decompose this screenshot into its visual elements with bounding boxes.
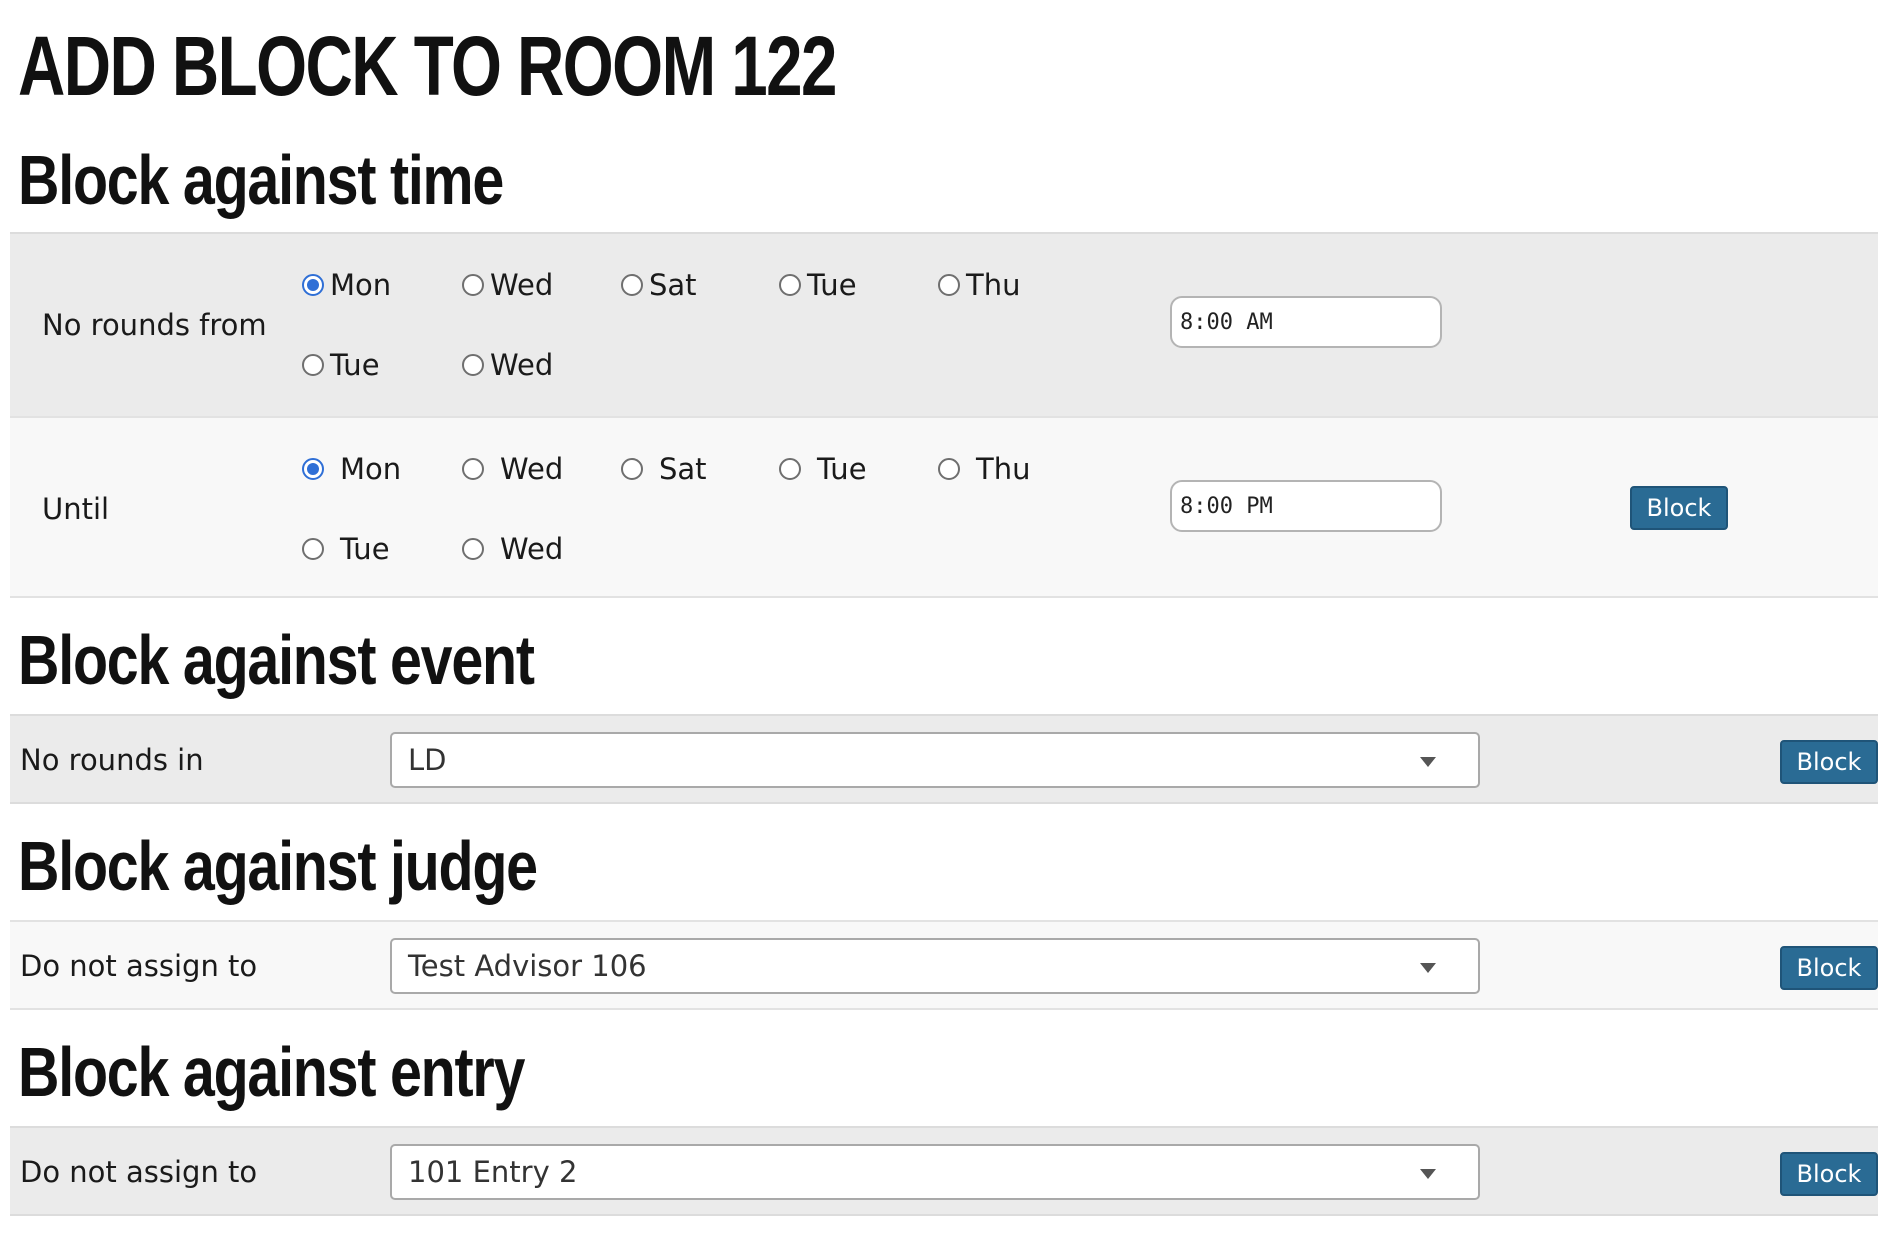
until-day-radio[interactable]: Tue — [779, 452, 867, 486]
radio-icon — [779, 274, 801, 296]
from-label: No rounds from — [42, 308, 267, 342]
entry-label: Do not assign to — [20, 1155, 258, 1189]
from-day-radio[interactable]: Tue — [779, 268, 857, 302]
entry-row: Do not assign to 101 Entry 2 Block — [10, 1126, 1878, 1216]
section-heading-time: Block against time — [18, 141, 504, 219]
event-label: No rounds in — [20, 743, 204, 777]
radio-icon — [621, 458, 643, 480]
until-day-label: Tue — [817, 452, 867, 486]
from-day-label: Tue — [807, 268, 857, 302]
from-day-label: Sat — [649, 268, 697, 302]
from-day-radio[interactable]: Wed — [462, 348, 553, 382]
radio-selected-icon — [302, 274, 324, 296]
until-day-label: Tue — [340, 532, 390, 566]
radio-icon — [462, 274, 484, 296]
from-day-label: Thu — [966, 268, 1021, 302]
entry-select[interactable]: 101 Entry 2 — [390, 1144, 1480, 1200]
judge-label: Do not assign to — [20, 949, 258, 983]
until-time-input[interactable] — [1170, 480, 1442, 532]
entry-select-value: 101 Entry 2 — [408, 1155, 578, 1189]
block-entry-button[interactable]: Block — [1780, 1152, 1878, 1196]
from-day-radio[interactable]: Tue — [302, 348, 380, 382]
page: ADD BLOCK TO ROOM 122 Block against time… — [0, 0, 1890, 1260]
until-label: Until — [42, 492, 110, 526]
until-day-label: Thu — [976, 452, 1031, 486]
from-day-radio[interactable]: Thu — [938, 268, 1020, 302]
page-title: ADD BLOCK TO ROOM 122 — [18, 19, 837, 113]
judge-select-value: Test Advisor 106 — [408, 949, 647, 983]
from-day-radio[interactable]: Sat — [621, 268, 697, 302]
radio-icon — [779, 458, 801, 480]
until-day-radio[interactable]: Wed — [462, 532, 563, 566]
radio-icon — [302, 538, 324, 560]
time-from-row: No rounds from Mon Wed Sat Tue Thu Tue W… — [10, 232, 1878, 416]
until-day-radio[interactable]: Thu — [938, 452, 1030, 486]
judge-select[interactable]: Test Advisor 106 — [390, 938, 1480, 994]
until-day-radio[interactable]: Tue — [302, 532, 390, 566]
from-day-label: Wed — [490, 348, 554, 382]
radio-selected-icon — [302, 458, 324, 480]
radio-icon — [938, 274, 960, 296]
from-day-label: Tue — [330, 348, 380, 382]
from-day-label: Wed — [490, 268, 554, 302]
event-select[interactable]: LD — [390, 732, 1480, 788]
section-heading-event: Block against event — [18, 621, 535, 699]
until-day-label: Wed — [500, 532, 564, 566]
chevron-down-icon — [1420, 1169, 1436, 1179]
radio-icon — [621, 274, 643, 296]
from-day-label: Mon — [330, 268, 392, 302]
judge-row: Do not assign to Test Advisor 106 Block — [10, 920, 1878, 1010]
chevron-down-icon — [1420, 963, 1436, 973]
time-until-row: Until Mon Wed Sat Tue Thu Tue Wed 8:00 P… — [10, 416, 1878, 598]
until-day-radio[interactable]: Mon — [302, 452, 401, 486]
chevron-down-icon — [1420, 757, 1436, 767]
block-judge-button[interactable]: Block — [1780, 946, 1878, 990]
until-day-label: Sat — [659, 452, 707, 486]
radio-icon — [462, 538, 484, 560]
radio-icon — [302, 354, 324, 376]
from-day-radio[interactable]: Mon — [302, 268, 391, 302]
event-select-value: LD — [408, 743, 447, 777]
block-event-button[interactable]: Block — [1780, 740, 1878, 784]
until-day-radio[interactable]: Wed — [462, 452, 563, 486]
section-heading-judge: Block against judge — [18, 827, 538, 905]
radio-icon — [938, 458, 960, 480]
radio-icon — [462, 458, 484, 480]
radio-icon — [462, 354, 484, 376]
block-time-button[interactable]: Block — [1630, 486, 1728, 530]
until-day-radio[interactable]: Sat — [621, 452, 707, 486]
until-day-label: Wed — [500, 452, 564, 486]
event-row: No rounds in LD Block — [10, 714, 1878, 804]
section-heading-entry: Block against entry — [18, 1033, 525, 1111]
from-day-radio[interactable]: Wed — [462, 268, 553, 302]
from-time-input[interactable] — [1170, 296, 1442, 348]
until-day-label: Mon — [340, 452, 402, 486]
